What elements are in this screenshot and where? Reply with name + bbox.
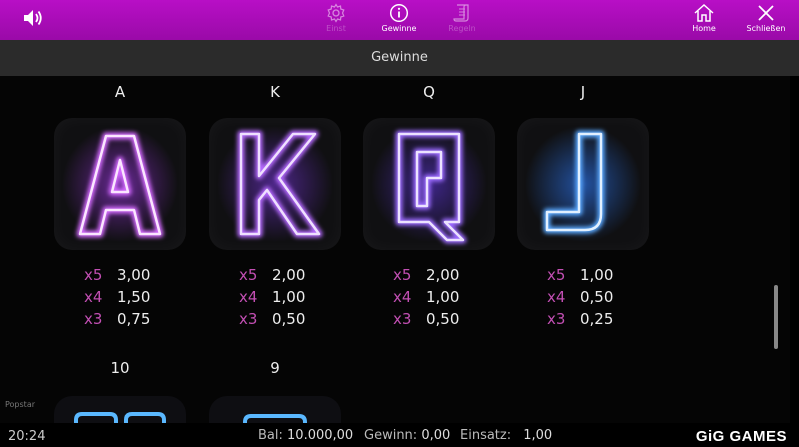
payout-value: 0,75 — [117, 310, 151, 328]
page-title: Gewinne — [0, 40, 799, 76]
home-button[interactable]: Home — [674, 3, 734, 37]
payout-row: x4 1,50 — [84, 286, 194, 308]
payout-value: 1,50 — [117, 288, 151, 306]
payout-value: 0,25 — [580, 310, 614, 328]
bet-label: Einsatz: — [460, 428, 512, 443]
brand-logo: GiG GAMES — [695, 428, 787, 445]
bet-value: 1,00 — [523, 428, 553, 443]
payout-row: x3 0,75 — [84, 308, 194, 330]
payout-value: 0,50 — [580, 288, 614, 306]
payout-value: 3,00 — [117, 266, 151, 284]
payout-row: x3 0,25 — [547, 308, 657, 330]
paytable-button[interactable]: Gewinne — [369, 3, 429, 37]
payout-row: x5 2,00 — [239, 264, 349, 286]
multiplier: x3 — [239, 310, 258, 328]
payout-row: x4 1,00 — [393, 286, 503, 308]
neon-letter-q-icon — [371, 126, 487, 244]
payout-value: 1,00 — [580, 266, 614, 284]
payout-list: x5 2,00 x4 1,00 x3 0,50 — [393, 264, 503, 330]
neon-letter-j-icon — [525, 126, 641, 242]
payout-row: x3 0,50 — [393, 308, 503, 330]
symbol-k-tile — [209, 118, 341, 250]
multiplier: x5 — [84, 266, 103, 284]
rules-icon — [453, 4, 469, 22]
symbol-a-tile — [54, 118, 186, 250]
paytable-label: Gewinne — [381, 24, 417, 33]
payout-value: 1,00 — [272, 288, 306, 306]
payout-value: 1,00 — [426, 288, 460, 306]
neon-letter-k-icon — [217, 126, 333, 242]
multiplier: x3 — [84, 310, 103, 328]
payout-row: x4 1,00 — [239, 286, 349, 308]
top-bar: Einst Gewinne Regeln Home Schließen — [0, 0, 799, 40]
win-value: 0,00 — [421, 428, 451, 443]
multiplier: x3 — [393, 310, 412, 328]
balance: Bal: 10.000,00 — [258, 428, 353, 443]
symbol-label: 10 — [110, 359, 130, 377]
win: Gewinn: 0,00 — [364, 428, 450, 443]
multiplier: x4 — [84, 288, 103, 306]
speaker-icon[interactable] — [22, 8, 44, 28]
symbol-10-tile — [54, 396, 186, 423]
payout-value: 0,50 — [272, 310, 306, 328]
payout-value: 0,50 — [426, 310, 460, 328]
multiplier: x4 — [239, 288, 258, 306]
balance-label: Bal: — [258, 428, 283, 443]
payout-list: x5 2,00 x4 1,00 x3 0,50 — [239, 264, 349, 330]
payout-row: x4 0,50 — [547, 286, 657, 308]
payout-row: x5 2,00 — [393, 264, 503, 286]
settings-button[interactable]: Einst — [306, 3, 366, 37]
multiplier: x4 — [393, 288, 412, 306]
payout-value: 2,00 — [272, 266, 306, 284]
home-label: Home — [692, 24, 716, 33]
close-button[interactable]: Schließen — [736, 3, 796, 37]
payout-list: x5 3,00 x4 1,50 x3 0,75 — [84, 264, 194, 330]
gear-icon — [327, 3, 345, 23]
multiplier: x5 — [393, 266, 412, 284]
payout-row: x3 0,50 — [239, 308, 349, 330]
symbol-label: Q — [423, 83, 435, 101]
clock: 20:24 — [8, 429, 46, 444]
payout-row: x5 1,00 — [547, 264, 657, 286]
payout-value: 2,00 — [426, 266, 460, 284]
home-icon — [694, 3, 714, 22]
multiplier: x5 — [547, 266, 566, 284]
symbol-label: K — [270, 83, 280, 101]
win-label: Gewinn: — [364, 428, 418, 443]
rules-label: Regeln — [448, 24, 476, 33]
symbol-j-tile — [517, 118, 649, 250]
paytable-content[interactable]: A x5 3,00 x4 1,50 x3 0,75 K x5 2,00 x4 1… — [0, 76, 790, 423]
symbol-label: A — [114, 83, 126, 101]
symbol-q-tile — [363, 118, 495, 250]
payout-row: x5 3,00 — [84, 264, 194, 286]
neon-letter-a-icon — [62, 126, 178, 242]
close-label: Schließen — [746, 24, 786, 33]
info-icon — [389, 3, 409, 23]
payout-list: x5 1,00 x4 0,50 x3 0,25 — [547, 264, 657, 330]
close-icon — [758, 5, 774, 21]
bet: Einsatz: 1,00 — [460, 428, 552, 443]
neon-number-9-icon — [243, 414, 307, 423]
multiplier: x4 — [547, 288, 566, 306]
settings-label: Einst — [326, 24, 346, 33]
neon-number-10-icon — [74, 412, 166, 423]
multiplier: x3 — [547, 310, 566, 328]
symbol-label: 9 — [270, 359, 280, 377]
symbol-label: J — [580, 83, 586, 101]
scrollbar[interactable] — [774, 285, 778, 349]
symbol-9-tile — [209, 396, 341, 423]
game-name: Popstar — [5, 400, 36, 409]
rules-button[interactable]: Regeln — [432, 3, 492, 37]
multiplier: x5 — [239, 266, 258, 284]
balance-value: 10.000,00 — [287, 428, 354, 443]
